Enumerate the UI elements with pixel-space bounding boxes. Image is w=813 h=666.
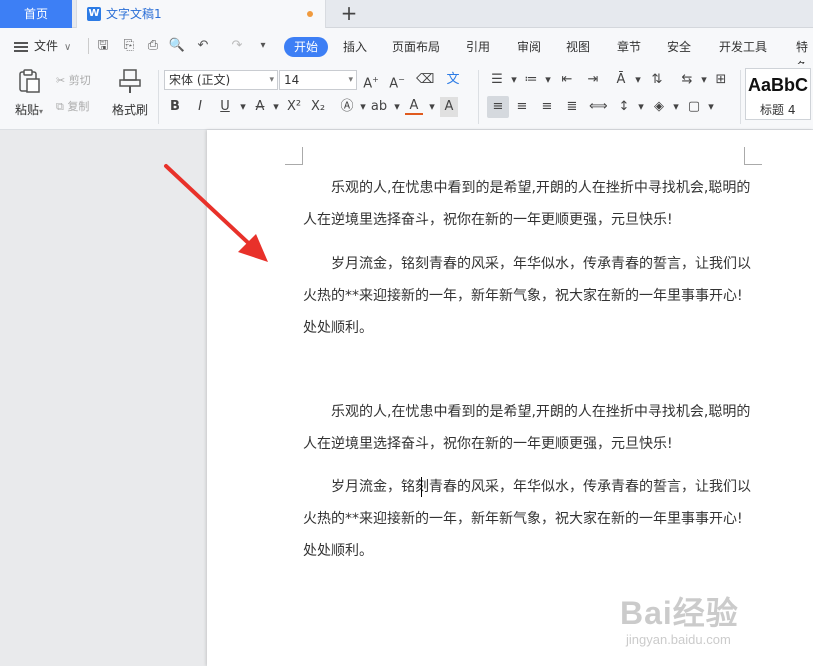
paste-icon	[19, 69, 40, 93]
chevron-down-icon[interactable]: ▾	[388, 97, 406, 117]
clear-format-icon[interactable]: ⌫	[416, 70, 434, 90]
ribbon-separator	[740, 70, 741, 124]
table-icon[interactable]: ⊞	[712, 70, 730, 90]
page-margin-marker	[744, 147, 762, 165]
chevron-down-icon[interactable]: ▾	[505, 70, 523, 90]
chevron-down-icon[interactable]: ▾	[702, 97, 720, 117]
menu-tab-view[interactable]: 视图	[566, 37, 590, 57]
font-size-select[interactable]: 14 ▾	[279, 70, 357, 90]
menu-bar: 文件 ∨ 🖫 ⎘ ⎙ 🔍 ↶ ↷ ▾ 开始 插入 页面布局 引用 审阅 视图 章节…	[0, 28, 813, 74]
format-painter-icon	[119, 69, 141, 93]
menu-tab-page-layout[interactable]: 页面布局	[392, 37, 440, 57]
output-pdf-icon[interactable]: ⎘	[120, 36, 138, 56]
highlight-icon[interactable]: ab	[370, 97, 388, 117]
distributed-align-icon[interactable]: ⟺	[589, 97, 608, 117]
watermark-logo-text: Bai经验	[620, 595, 739, 631]
paragraph-shading-icon[interactable]: ◈	[650, 97, 668, 117]
menu-tab-references[interactable]: 引用	[466, 37, 490, 57]
document-page[interactable]: 乐观的人,在忧患中看到的是希望,开朗的人在挫折中寻找机会,聪明的人在逆境里选择奋…	[207, 130, 813, 666]
align-left-icon[interactable]: ≡	[489, 97, 507, 117]
decrease-indent-icon[interactable]: ⇤	[558, 70, 576, 90]
decrease-font-size-icon[interactable]: A−	[388, 70, 406, 91]
format-painter-button[interactable]: 格式刷	[110, 68, 150, 124]
hamburger-icon	[14, 40, 28, 54]
justify-icon[interactable]: ≣	[563, 97, 581, 117]
customize-toolbar-icon[interactable]: ▾	[254, 36, 272, 56]
font-color-icon[interactable]: A	[405, 97, 423, 115]
menu-tab-review[interactable]: 审阅	[517, 37, 541, 57]
sort-icon[interactable]: ⇅	[648, 70, 666, 90]
style-preset-heading4[interactable]: AaBbC 标题 4	[745, 68, 811, 120]
print-icon[interactable]: ⎙	[144, 36, 162, 56]
underline-icon[interactable]: U	[216, 97, 234, 117]
menu-tab-section[interactable]: 章节	[617, 37, 641, 57]
chevron-down-icon[interactable]: ▾	[423, 97, 441, 117]
tab-document[interactable]: W 文字文稿1	[76, 0, 326, 28]
cut-button[interactable]: ✂ 剪切	[56, 72, 91, 90]
paste-dropdown-icon: ▾	[39, 107, 44, 116]
tab-home[interactable]: 首页	[0, 0, 72, 28]
chevron-down-icon[interactable]: ▾	[632, 97, 650, 117]
chevron-down-icon: ∨	[64, 42, 72, 53]
menu-tab-insert[interactable]: 插入	[343, 37, 367, 57]
chevron-down-icon[interactable]: ▾	[267, 97, 285, 117]
writer-doc-icon: W	[87, 7, 101, 21]
save-icon[interactable]: 🖫	[94, 36, 112, 56]
menu-tab-features[interactable]: 特色	[796, 37, 813, 74]
paragraph[interactable]: 乐观的人,在忧患中看到的是希望,开朗的人在挫折中寻找机会,聪明的人在逆境里选择奋…	[303, 172, 753, 236]
menu-tab-security[interactable]: 安全	[667, 37, 691, 57]
character-shading-icon[interactable]: A	[440, 97, 458, 117]
ribbon-separator	[478, 70, 479, 124]
paragraph[interactable]: 乐观的人,在忧患中看到的是希望,开朗的人在挫折中寻找机会,聪明的人在逆境里选择奋…	[303, 396, 753, 460]
watermark-url: jingyan.baidu.com	[626, 632, 731, 647]
paste-button[interactable]: 粘贴▾	[12, 68, 46, 124]
subscript-icon[interactable]: X₂	[309, 97, 327, 117]
chevron-down-icon: ▾	[269, 75, 274, 85]
document-tab-title: 文字文稿1	[106, 7, 162, 21]
menu-tab-developer[interactable]: 开发工具	[719, 37, 767, 57]
italic-icon[interactable]: I	[191, 97, 209, 117]
paragraph[interactable]: 岁月流金，铭刻青春的风采，年华似水，传承青春的誓言，让我们以火热的**来迎接新的…	[303, 248, 753, 344]
copy-button[interactable]: ⧉ 复制	[56, 98, 89, 116]
text-cursor	[421, 477, 422, 497]
increase-indent-icon[interactable]: ⇥	[584, 70, 602, 90]
align-center-icon[interactable]: ≡	[513, 97, 531, 117]
align-right-icon[interactable]: ≡	[538, 97, 556, 117]
unsaved-dot-icon	[307, 11, 313, 17]
undo-icon[interactable]: ↶	[194, 36, 212, 56]
increase-font-size-icon[interactable]: A+	[362, 70, 380, 91]
chevron-down-icon[interactable]: ▾	[629, 70, 647, 90]
paragraph[interactable]: 岁月流金，铭刻青春的风采，年华似水，传承青春的誓言，让我们以火热的**来迎接新的…	[303, 471, 753, 567]
show-hide-marks-icon[interactable]: ⇆	[678, 70, 696, 90]
numbered-list-icon[interactable]: ≔	[522, 70, 540, 90]
menu-separator	[88, 38, 89, 54]
new-tab-button[interactable]: +	[338, 2, 360, 26]
chevron-down-icon[interactable]: ▾	[234, 97, 252, 117]
chevron-down-icon[interactable]: ▾	[695, 70, 713, 90]
file-menu-button[interactable]: 文件 ∨	[14, 36, 71, 56]
border-icon[interactable]: ▢	[685, 97, 703, 117]
redo-icon[interactable]: ↷	[228, 36, 246, 56]
bullet-list-icon[interactable]: ☰	[488, 70, 506, 90]
ribbon-separator	[158, 70, 159, 124]
chevron-down-icon[interactable]: ▾	[667, 97, 685, 117]
line-spacing-icon[interactable]: ↕	[615, 97, 633, 117]
font-name-select[interactable]: 宋体 (正文) ▾	[164, 70, 278, 90]
phonetic-guide-icon[interactable]: 文	[444, 70, 462, 90]
document-workspace: 乐观的人,在忧患中看到的是希望,开朗的人在挫折中寻找机会,聪明的人在逆境里选择奋…	[0, 130, 813, 666]
bold-icon[interactable]: B	[166, 97, 184, 117]
page-margin-marker	[285, 147, 303, 165]
chinese-layout-icon[interactable]: Ā	[612, 70, 630, 90]
baidu-watermark: Bai经验 jingyan.baidu.com	[620, 588, 810, 658]
superscript-icon[interactable]: X²	[285, 97, 303, 117]
scissors-icon: ✂	[56, 74, 66, 87]
ribbon-toolbar: 粘贴▾ ✂ 剪切 ⧉ 复制 格式刷 宋体 (正文) ▾ 14 ▾ A+ A− ⌫ 文…	[0, 64, 813, 130]
chevron-down-icon[interactable]: ▾	[539, 70, 557, 90]
menu-tab-home[interactable]: 开始	[284, 37, 329, 57]
annotation-arrow-icon	[164, 164, 268, 262]
tab-bar: 首页 W 文字文稿1 +	[0, 0, 813, 28]
print-preview-icon[interactable]: 🔍	[168, 36, 186, 56]
chevron-down-icon: ▾	[348, 75, 353, 85]
copy-icon: ⧉	[56, 100, 64, 113]
